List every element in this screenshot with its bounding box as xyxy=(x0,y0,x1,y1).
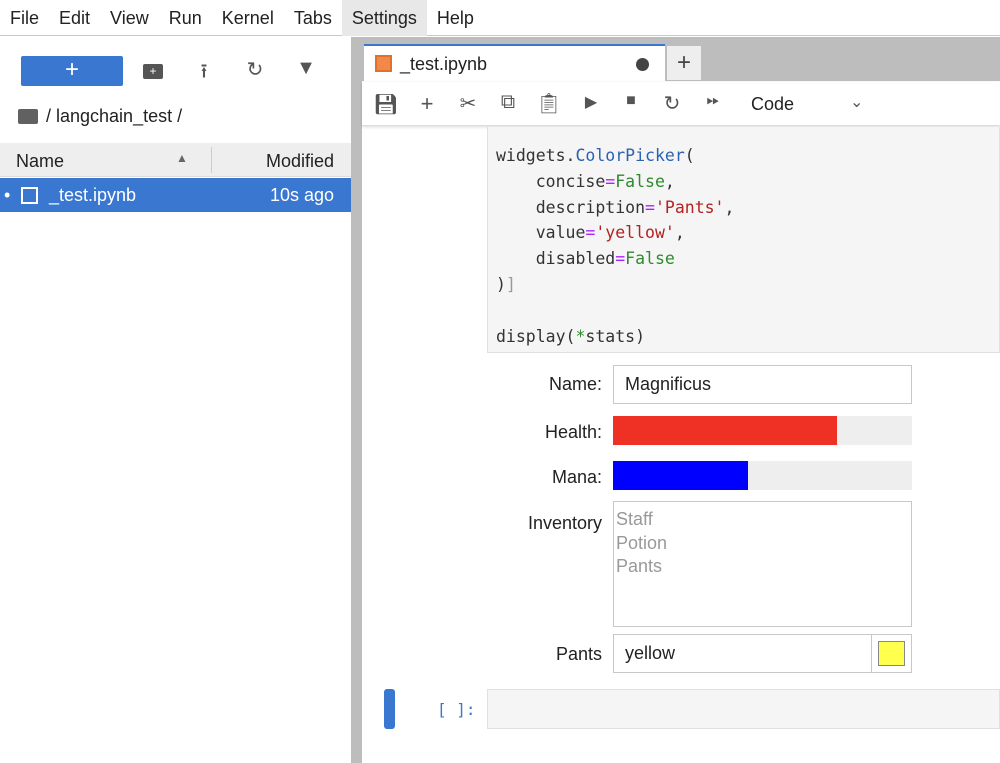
upload-icon[interactable]: ⭱ xyxy=(191,57,217,91)
run-icon[interactable]: ▶ xyxy=(578,92,604,112)
file-name: _test.ipynb xyxy=(49,185,137,205)
health-label: Health: xyxy=(544,422,602,442)
menu-settings[interactable]: Settings xyxy=(341,0,427,36)
active-cell-indicator xyxy=(384,689,395,729)
unsaved-dot-icon[interactable] xyxy=(636,58,649,71)
inventory-label: Inventory xyxy=(527,513,602,533)
name-value: Magnificus xyxy=(625,374,712,394)
column-divider[interactable] xyxy=(211,147,212,173)
column-name[interactable]: Name xyxy=(16,151,64,172)
inventory-option[interactable]: Staff xyxy=(616,508,909,532)
menu-edit[interactable]: Edit xyxy=(49,0,100,36)
paste-icon[interactable]: 📋︎ xyxy=(536,91,562,116)
cell-type-select[interactable]: Code xyxy=(751,94,794,115)
tab-notebook[interactable]: _test.ipynb xyxy=(364,44,665,82)
menu-view[interactable]: View xyxy=(100,0,159,36)
inventory-select-multiple[interactable]: Staff Potion Pants xyxy=(613,501,912,627)
refresh-icon[interactable]: ↻ xyxy=(242,57,268,82)
mana-label: Mana: xyxy=(551,467,602,487)
code-cell-input[interactable]: widgets.ColorPicker( concise=False, desc… xyxy=(487,127,1000,353)
save-icon[interactable]: 💾︎ xyxy=(373,92,399,117)
health-progress-bar xyxy=(613,416,912,445)
filter-icon[interactable]: ▼ xyxy=(293,57,319,80)
file-list-header: Name ▲ Modified xyxy=(0,143,351,177)
mana-progress-bar xyxy=(613,461,912,490)
file-row[interactable]: • _test.ipynb 10s ago xyxy=(0,178,351,212)
mana-fill xyxy=(613,461,748,490)
empty-code-cell[interactable] xyxy=(487,689,1000,729)
notebook-icon xyxy=(375,55,392,72)
menu-bar: File Edit View Run Kernel Tabs Settings … xyxy=(0,0,1000,36)
new-folder-icon[interactable]: + xyxy=(140,58,166,81)
new-tab-button[interactable]: + xyxy=(667,46,701,80)
health-fill xyxy=(613,416,838,445)
name-text-input[interactable]: Magnificus xyxy=(613,365,912,404)
inventory-option[interactable]: Potion xyxy=(616,532,909,556)
menu-tabs[interactable]: Tabs xyxy=(284,0,342,36)
restart-icon[interactable]: ↻ xyxy=(659,91,685,116)
running-indicator: • xyxy=(4,185,11,205)
insert-cell-icon[interactable]: + xyxy=(414,91,440,117)
column-modified[interactable]: Modified xyxy=(266,151,334,172)
sort-ascending-icon: ▲ xyxy=(176,151,188,165)
tab-title: _test.ipynb xyxy=(400,54,488,74)
menu-help[interactable]: Help xyxy=(427,0,484,36)
pants-color-input[interactable]: yellow xyxy=(613,634,912,673)
fast-forward-icon[interactable]: ⏩︎ xyxy=(700,92,726,110)
menu-kernel[interactable]: Kernel xyxy=(212,0,284,36)
chevron-down-icon[interactable]: ⌄ xyxy=(850,92,863,112)
color-swatch-button[interactable] xyxy=(871,635,911,672)
notebook-toolbar: 💾︎ + ✂ ⧉ 📋︎ ▶ ■ ↻ ⏩︎ Code ⌄ xyxy=(362,82,1000,126)
new-launcher-button[interactable]: + xyxy=(21,56,123,86)
cell-prompt: [ ]: xyxy=(437,700,476,719)
name-label: Name: xyxy=(548,374,602,394)
inventory-option[interactable]: Pants xyxy=(616,555,909,579)
copy-icon[interactable]: ⧉ xyxy=(495,91,521,114)
breadcrumb: / langchain_test / xyxy=(18,106,182,127)
panel-splitter[interactable] xyxy=(351,37,362,763)
menu-run[interactable]: Run xyxy=(159,0,212,36)
notebook-icon xyxy=(21,187,38,204)
color-swatch xyxy=(878,641,905,666)
breadcrumb-path[interactable]: / langchain_test / xyxy=(46,106,182,127)
pants-label: Pants xyxy=(555,644,602,664)
pants-value: yellow xyxy=(625,643,676,663)
stop-icon[interactable]: ■ xyxy=(618,92,644,110)
folder-icon[interactable] xyxy=(18,109,38,124)
menu-file[interactable]: File xyxy=(0,0,49,36)
file-modified: 10s ago xyxy=(269,185,334,205)
cut-icon[interactable]: ✂ xyxy=(455,91,481,116)
